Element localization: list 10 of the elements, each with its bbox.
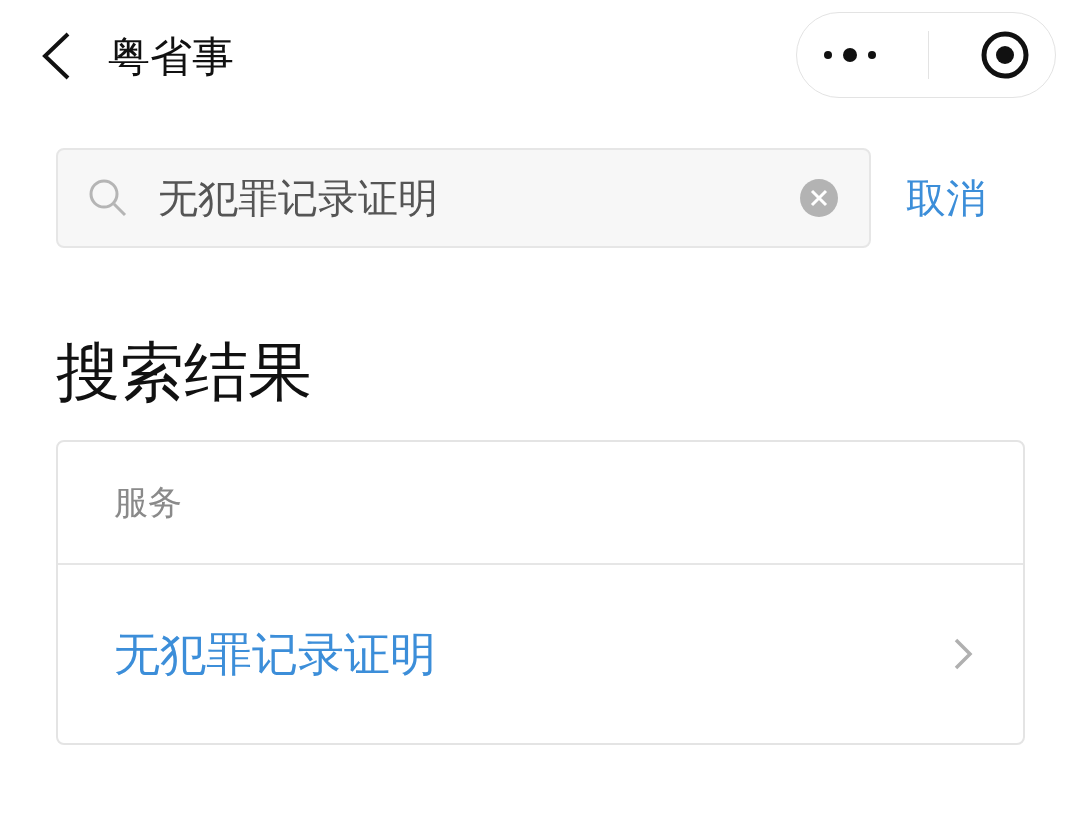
search-field[interactable]: 无犯罪记录证明 — [156, 167, 799, 229]
window-title: 粤省事 — [108, 30, 234, 83]
search-icon — [88, 178, 128, 218]
search-bar[interactable]: 无犯罪记录证明 — [56, 148, 871, 248]
more-icon[interactable] — [822, 47, 877, 63]
back-icon[interactable] — [40, 31, 72, 81]
chevron-icon — [953, 637, 973, 671]
results-heading: 搜索结果 — [56, 340, 313, 404]
section-label: 服务 — [114, 481, 182, 524]
close-icon[interactable] — [979, 30, 1030, 80]
